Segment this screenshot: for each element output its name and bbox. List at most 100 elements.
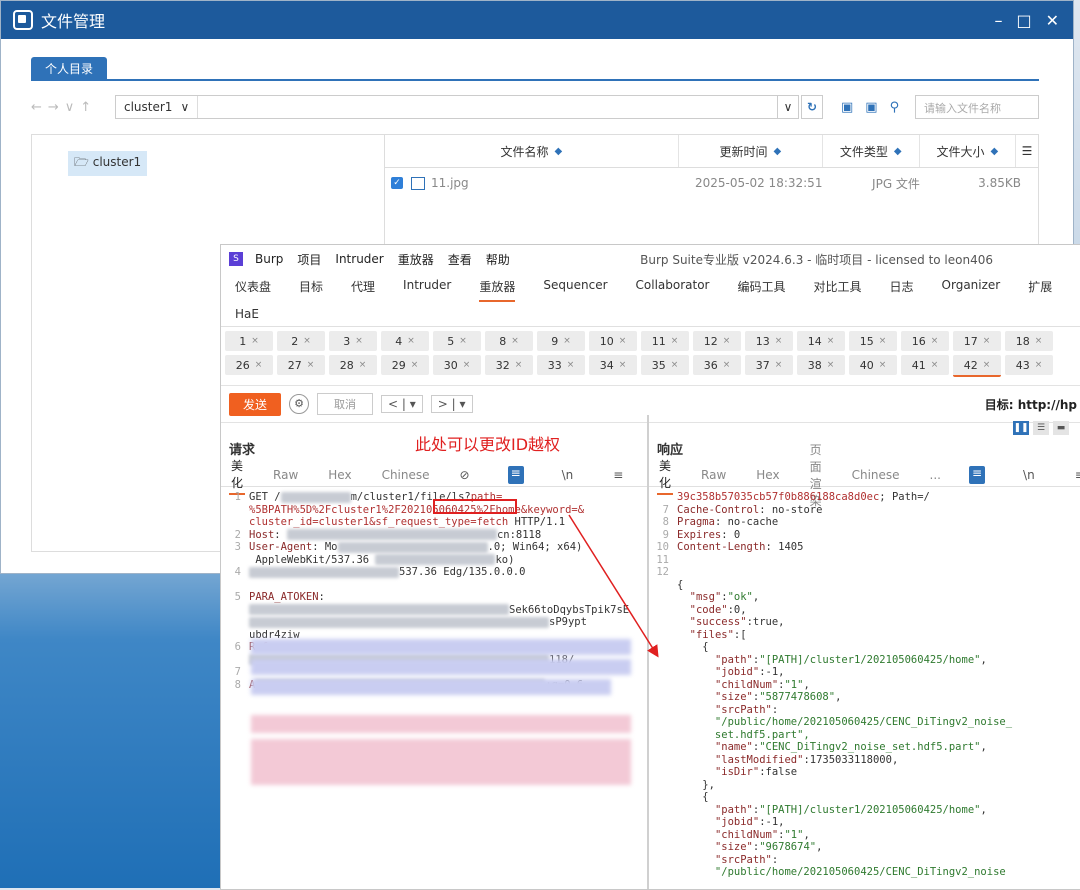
close-tab-icon[interactable]: × (251, 336, 259, 346)
tool-tab-comparer[interactable]: 对比工具 (814, 273, 862, 302)
col-name-header[interactable]: 文件名称 ◆ (385, 135, 679, 167)
single-view-icon[interactable]: ▬ (1053, 421, 1069, 435)
new-folder-icon[interactable]: ▣ (865, 100, 877, 115)
gear-icon[interactable]: ⚙ (289, 394, 310, 414)
close-tab-icon[interactable]: × (515, 360, 523, 370)
close-tab-icon[interactable]: × (775, 360, 783, 370)
repeater-tab-29[interactable]: 29 × (381, 355, 429, 375)
wrap-icon[interactable]: ≡ (968, 466, 986, 484)
close-tab-icon[interactable]: × (411, 360, 419, 370)
repeater-tab-17[interactable]: 17 × (953, 331, 1001, 351)
col-size-header[interactable]: 文件大小 ◆ (920, 135, 1017, 167)
close-tab-icon[interactable]: × (459, 336, 467, 346)
repeater-tab-36[interactable]: 36 × (693, 355, 741, 375)
repeater-tab-30[interactable]: 30 × (433, 355, 481, 375)
repeater-tab-43[interactable]: 43 × (1005, 355, 1053, 375)
response-body[interactable]: 39c358b57035cb57f0b886188ca8d0ec; Path=/… (649, 487, 1080, 879)
tree-node-cluster1[interactable]: 🗁 cluster1 (68, 151, 148, 176)
menu-burp[interactable]: Burp (255, 252, 283, 266)
tool-tab-hae[interactable]: HaE (235, 302, 259, 326)
tab-personal-directory[interactable]: 个人目录 (31, 57, 108, 80)
close-tab-icon[interactable]: × (511, 336, 519, 346)
col-type-header[interactable]: 文件类型 ◆ (823, 135, 920, 167)
close-tab-icon[interactable]: × (879, 360, 887, 370)
close-tab-icon[interactable]: × (567, 360, 575, 370)
repeater-tab-27[interactable]: 27 × (277, 355, 325, 375)
close-tab-icon[interactable]: × (1035, 360, 1043, 370)
close-tab-icon[interactable]: × (407, 336, 415, 346)
path-box[interactable]: cluster1 ∨ ∨ (115, 95, 799, 119)
search-icon[interactable]: ⚲ (890, 100, 900, 115)
repeater-tab-15[interactable]: 15 × (849, 331, 897, 351)
tool-tab-decoder[interactable]: 编码工具 (737, 273, 785, 302)
repeater-tab-18[interactable]: 18 × (1005, 331, 1053, 351)
repeater-tab-28[interactable]: 28 × (329, 355, 377, 375)
history-forward-button[interactable]: > | ▾ (430, 395, 473, 413)
close-tab-icon[interactable]: × (983, 360, 991, 370)
nav-arrows-icon[interactable]: ←→∨↑ (31, 100, 115, 115)
repeater-tab-5[interactable]: 5 × (433, 331, 481, 351)
close-tab-icon[interactable]: × (827, 336, 835, 346)
close-tab-icon[interactable]: × (619, 360, 627, 370)
history-back-button[interactable]: < | ▾ (381, 395, 423, 413)
file-search-input[interactable]: 请输入文件名称 (915, 95, 1039, 119)
repeater-tab-3[interactable]: 3 × (329, 331, 377, 351)
cluster-select[interactable]: cluster1 ∨ (116, 96, 199, 118)
close-tab-icon[interactable]: × (723, 360, 731, 370)
resp-tab-chinese[interactable]: Chinese (850, 466, 902, 484)
menu-help[interactable]: 帮助 (486, 251, 510, 268)
close-tab-icon[interactable]: × (931, 360, 939, 370)
close-tab-icon[interactable]: × (307, 360, 315, 370)
repeater-tab-8[interactable]: 8 × (485, 331, 533, 351)
close-tab-icon[interactable]: × (355, 336, 363, 346)
tool-tab-target[interactable]: 目标 (299, 273, 323, 302)
close-tab-icon[interactable]: × (931, 336, 939, 346)
tool-tab-sequencer[interactable]: Sequencer (543, 273, 607, 302)
resp-tab-more[interactable]: ... (928, 466, 943, 484)
row-checkbox[interactable]: ✓ (391, 177, 403, 189)
repeater-tab-12[interactable]: 12 × (693, 331, 741, 351)
repeater-tab-9[interactable]: 9 × (537, 331, 585, 351)
close-tab-icon[interactable]: × (671, 336, 679, 346)
minimize-icon[interactable]: – (994, 11, 1002, 30)
repeater-tab-1[interactable]: 1 × (225, 331, 273, 351)
repeater-tab-35[interactable]: 35 × (641, 355, 689, 375)
repeater-tab-42[interactable]: 42 × (953, 355, 1001, 377)
repeater-tab-38[interactable]: 38 × (797, 355, 845, 375)
repeater-tab-13[interactable]: 13 × (745, 331, 793, 351)
repeater-tab-34[interactable]: 34 × (589, 355, 637, 375)
maximize-icon[interactable]: □ (1016, 11, 1031, 30)
menu-intruder[interactable]: Intruder (335, 252, 383, 266)
close-tab-icon[interactable]: × (775, 336, 783, 346)
repeater-tab-4[interactable]: 4 × (381, 331, 429, 351)
menu-repeater[interactable]: 重放器 (398, 251, 434, 268)
horizontal-view-icon[interactable]: ☰ (1033, 421, 1049, 435)
close-tab-icon[interactable]: × (983, 336, 991, 346)
resp-tab-pretty[interactable]: 美化 (657, 455, 674, 495)
column-settings-icon[interactable]: ☰ (1016, 135, 1038, 167)
repeater-tab-10[interactable]: 10 × (589, 331, 637, 351)
repeater-tab-41[interactable]: 41 × (901, 355, 949, 375)
tool-tab-proxy[interactable]: 代理 (351, 273, 375, 302)
close-tab-icon[interactable]: × (255, 360, 263, 370)
path-dropdown-icon[interactable]: ∨ (777, 96, 798, 118)
repeater-tab-14[interactable]: 14 × (797, 331, 845, 351)
resp-tab-hex[interactable]: Hex (754, 466, 781, 484)
close-tab-icon[interactable]: × (671, 360, 679, 370)
close-tab-icon[interactable]: × (879, 336, 887, 346)
resp-tab-raw[interactable]: Raw (699, 466, 728, 484)
tool-tab-intruder[interactable]: Intruder (403, 273, 451, 302)
tool-tab-dashboard[interactable]: 仪表盘 (235, 273, 271, 302)
cancel-button[interactable]: 取消 (317, 393, 374, 415)
upload-icon[interactable]: ▣ (841, 100, 853, 115)
tool-tab-logger[interactable]: 日志 (890, 273, 914, 302)
close-tab-icon[interactable]: × (827, 360, 835, 370)
close-tab-icon[interactable]: × (723, 336, 731, 346)
close-tab-icon[interactable]: × (563, 336, 571, 346)
send-button[interactable]: 发送 (229, 392, 282, 416)
close-tab-icon[interactable]: × (1035, 336, 1043, 346)
repeater-tab-32[interactable]: 32 × (485, 355, 533, 375)
repeater-tab-40[interactable]: 40 × (849, 355, 897, 375)
repeater-tab-11[interactable]: 11 × (641, 331, 689, 351)
menu-project[interactable]: 项目 (297, 251, 321, 268)
